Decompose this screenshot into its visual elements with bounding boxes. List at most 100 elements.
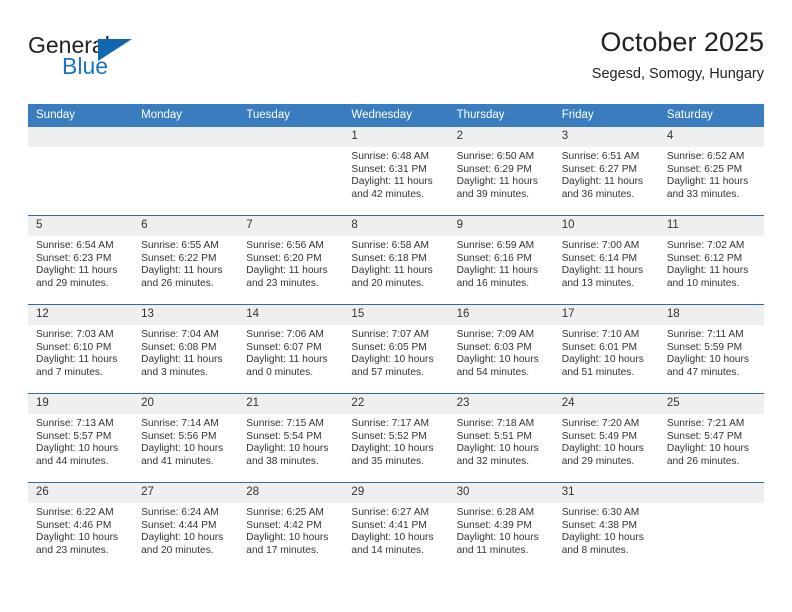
- daylight-duration-line2: and 39 minutes.: [456, 188, 530, 200]
- daylight-duration-line2: and 42 minutes.: [351, 188, 424, 200]
- day-details: Sunrise: 7:11 AM Sunset: 5:59 PM Daylight:…: [659, 325, 764, 379]
- calendar-week-row: 12 Sunrise: 7:03 AM Sunset: 6:10 PM Dayligh…: [28, 304, 764, 394]
- calendar-day-cell[interactable]: 7 Sunrise: 6:56 AM Sunset: 6:20 PM Daylight…: [238, 215, 344, 305]
- sunrise-time: Sunrise: 6:22 AM: [36, 507, 114, 518]
- calendar-day-cell[interactable]: 28 Sunrise: 6:25 AM Sunset: 4:42 PM Dayligh…: [238, 482, 344, 571]
- calendar-day-cell[interactable]: 8 Sunrise: 6:58 AM Sunset: 6:18 PM Daylight…: [343, 215, 449, 305]
- daylight-duration-line1: Daylight: 10 hours: [561, 532, 644, 544]
- calendar-day-cell[interactable]: 21 Sunrise: 7:15 AM Sunset: 5:54 PM Dayligh…: [238, 393, 344, 483]
- sunset-time: Sunset: 5:51 PM: [456, 430, 532, 442]
- daylight-duration-line2: and 29 minutes.: [561, 455, 635, 467]
- sunrise-time: Sunrise: 6:55 AM: [141, 240, 219, 251]
- daylight-duration-line2: and 11 minutes.: [456, 544, 529, 556]
- day-details: Sunrise: 7:03 AM Sunset: 6:10 PM Daylight:…: [28, 325, 133, 379]
- calendar-day-cell[interactable]: 14 Sunrise: 7:06 AM Sunset: 6:07 PM Dayligh…: [238, 304, 344, 394]
- calendar-day-cell[interactable]: 19 Sunrise: 7:13 AM Sunset: 5:57 PM Dayligh…: [28, 393, 134, 483]
- calendar-day-cell[interactable]: 2 Sunrise: 6:50 AM Sunset: 6:29 PM Daylight…: [448, 127, 554, 216]
- sunrise-time: Sunrise: 7:06 AM: [246, 329, 324, 340]
- day-details: Sunrise: 7:10 AM Sunset: 6:01 PM Daylight:…: [554, 325, 659, 379]
- general-blue-logo[interactable]: General Blue: [28, 32, 238, 88]
- daylight-duration-line1: Daylight: 10 hours: [456, 443, 539, 455]
- calendar-body: 1 Sunrise: 6:48 AM Sunset: 6:31 PM Daylight…: [28, 127, 764, 571]
- day-details: Sunrise: 6:59 AM Sunset: 6:16 PM Daylight:…: [449, 236, 554, 290]
- sunrise-time: Sunrise: 7:15 AM: [246, 418, 324, 429]
- calendar-day-cell[interactable]: 20 Sunrise: 7:14 AM Sunset: 5:56 PM Dayligh…: [133, 393, 239, 483]
- sunset-time: Sunset: 5:59 PM: [666, 341, 743, 353]
- calendar-day-cell[interactable]: 23 Sunrise: 7:18 AM Sunset: 5:51 PM Dayligh…: [448, 393, 554, 483]
- calendar-day-cell[interactable]: 30 Sunrise: 6:28 AM Sunset: 4:39 PM Dayligh…: [448, 482, 554, 571]
- daylight-duration-line2: and 23 minutes.: [246, 277, 319, 289]
- calendar-day-cell[interactable]: 17 Sunrise: 7:10 AM Sunset: 6:01 PM Dayligh…: [553, 304, 659, 394]
- sunset-time: Sunset: 6:08 PM: [141, 341, 217, 353]
- calendar-day-cell[interactable]: 6 Sunrise: 6:55 AM Sunset: 6:22 PM Daylight…: [133, 215, 239, 305]
- sunrise-time: Sunrise: 6:58 AM: [351, 240, 430, 251]
- day-number: [238, 127, 344, 147]
- calendar-day-cell[interactable]: 27 Sunrise: 6:24 AM Sunset: 4:44 PM Dayligh…: [133, 482, 239, 571]
- sunset-time: Sunset: 5:57 PM: [36, 430, 112, 442]
- daylight-duration-line1: Daylight: 10 hours: [351, 443, 434, 455]
- weekday-header-monday: Monday: [133, 104, 239, 127]
- calendar-day-cell[interactable]: 5 Sunrise: 6:54 AM Sunset: 6:23 PM Daylight…: [28, 215, 134, 305]
- sunrise-time: Sunrise: 7:07 AM: [351, 329, 430, 340]
- calendar-day-cell[interactable]: 13 Sunrise: 7:04 AM Sunset: 6:08 PM Dayligh…: [133, 304, 239, 394]
- calendar-day-cell[interactable]: 18 Sunrise: 7:11 AM Sunset: 5:59 PM Dayligh…: [658, 304, 764, 394]
- sunrise-time: Sunrise: 6:25 AM: [246, 507, 324, 518]
- day-number: 20: [133, 394, 239, 414]
- logo-text-blue: Blue: [62, 53, 109, 79]
- daylight-duration-line2: and 41 minutes.: [141, 455, 214, 467]
- calendar-day-cell[interactable]: 25 Sunrise: 7:21 AM Sunset: 5:47 PM Dayligh…: [658, 393, 764, 483]
- calendar-day-cell[interactable]: 12 Sunrise: 7:03 AM Sunset: 6:10 PM Dayligh…: [28, 304, 134, 394]
- sunrise-time: Sunrise: 6:59 AM: [456, 240, 535, 251]
- daylight-duration-line2: and 7 minutes.: [36, 366, 103, 378]
- sunset-time: Sunset: 4:46 PM: [36, 519, 112, 531]
- calendar-day-cell[interactable]: 15 Sunrise: 7:07 AM Sunset: 6:05 PM Dayligh…: [343, 304, 449, 394]
- daylight-duration-line2: and 57 minutes.: [351, 366, 424, 378]
- calendar-day-cell[interactable]: 26 Sunrise: 6:22 AM Sunset: 4:46 PM Dayligh…: [28, 482, 134, 571]
- calendar-day-cell[interactable]: 22 Sunrise: 7:17 AM Sunset: 5:52 PM Dayligh…: [343, 393, 449, 483]
- calendar-day-cell[interactable]: 10 Sunrise: 7:00 AM Sunset: 6:14 PM Dayligh…: [553, 215, 659, 305]
- calendar-day-cell[interactable]: 24 Sunrise: 7:20 AM Sunset: 5:49 PM Dayligh…: [553, 393, 659, 483]
- daylight-duration-line1: Daylight: 10 hours: [351, 354, 434, 366]
- sunrise-time: Sunrise: 7:20 AM: [561, 418, 640, 429]
- day-details: Sunrise: 6:30 AM Sunset: 4:38 PM Daylight:…: [554, 503, 659, 557]
- day-number: 5: [28, 216, 134, 236]
- daylight-duration-line2: and 26 minutes.: [666, 455, 740, 467]
- sunrise-time: Sunrise: 6:50 AM: [456, 151, 535, 162]
- daylight-duration-line2: and 33 minutes.: [666, 188, 740, 200]
- calendar-day-cell[interactable]: 31 Sunrise: 6:30 AM Sunset: 4:38 PM Dayligh…: [553, 482, 659, 571]
- sunset-time: Sunset: 5:54 PM: [246, 430, 322, 442]
- sunset-time: Sunset: 6:27 PM: [561, 163, 638, 175]
- day-details: Sunrise: 6:50 AM Sunset: 6:29 PM Daylight:…: [449, 147, 554, 201]
- calendar-day-cell[interactable]: 16 Sunrise: 7:09 AM Sunset: 6:03 PM Dayligh…: [448, 304, 554, 394]
- calendar-grid: Sunday Monday Tuesday Wednesday Thursday…: [28, 104, 764, 571]
- calendar-cell-empty: [238, 127, 344, 216]
- page-header: General Blue October 2025 Segesd, Somogy…: [28, 26, 764, 98]
- day-details: Sunrise: 7:17 AM Sunset: 5:52 PM Daylight:…: [343, 414, 448, 468]
- day-details: Sunrise: 7:04 AM Sunset: 6:08 PM Daylight:…: [133, 325, 238, 379]
- calendar-day-cell[interactable]: 4 Sunrise: 6:52 AM Sunset: 6:25 PM Daylight…: [658, 127, 764, 216]
- daylight-duration-line2: and 23 minutes.: [36, 544, 109, 556]
- day-details: Sunrise: 7:07 AM Sunset: 6:05 PM Daylight:…: [343, 325, 448, 379]
- weekday-header-row: Sunday Monday Tuesday Wednesday Thursday…: [28, 104, 764, 127]
- day-number: 22: [343, 394, 449, 414]
- calendar-day-cell[interactable]: 9 Sunrise: 6:59 AM Sunset: 6:16 PM Daylight…: [448, 215, 554, 305]
- daylight-duration-line1: Daylight: 10 hours: [141, 532, 224, 544]
- day-number: 15: [343, 305, 449, 325]
- calendar-day-cell[interactable]: 3 Sunrise: 6:51 AM Sunset: 6:27 PM Daylight…: [553, 127, 659, 216]
- calendar-cell-empty: [28, 127, 134, 216]
- daylight-duration-line1: Daylight: 11 hours: [141, 265, 223, 277]
- calendar-week-row: 26 Sunrise: 6:22 AM Sunset: 4:46 PM Dayligh…: [28, 482, 764, 571]
- day-number: 2: [448, 127, 554, 147]
- day-number: 7: [238, 216, 344, 236]
- day-number: [28, 127, 134, 147]
- sunset-time: Sunset: 6:14 PM: [561, 252, 638, 264]
- daylight-duration-line2: and 13 minutes.: [561, 277, 635, 289]
- daylight-duration-line2: and 47 minutes.: [666, 366, 740, 378]
- calendar-day-cell[interactable]: 29 Sunrise: 6:27 AM Sunset: 4:41 PM Dayligh…: [343, 482, 449, 571]
- sunrise-time: Sunrise: 6:27 AM: [351, 507, 430, 518]
- day-number: 13: [133, 305, 239, 325]
- calendar-day-cell[interactable]: 1 Sunrise: 6:48 AM Sunset: 6:31 PM Daylight…: [343, 127, 449, 216]
- calendar-day-cell[interactable]: 11 Sunrise: 7:02 AM Sunset: 6:12 PM Dayligh…: [658, 215, 764, 305]
- sunrise-time: Sunrise: 7:11 AM: [666, 329, 744, 340]
- daylight-duration-line1: Daylight: 11 hours: [456, 176, 538, 188]
